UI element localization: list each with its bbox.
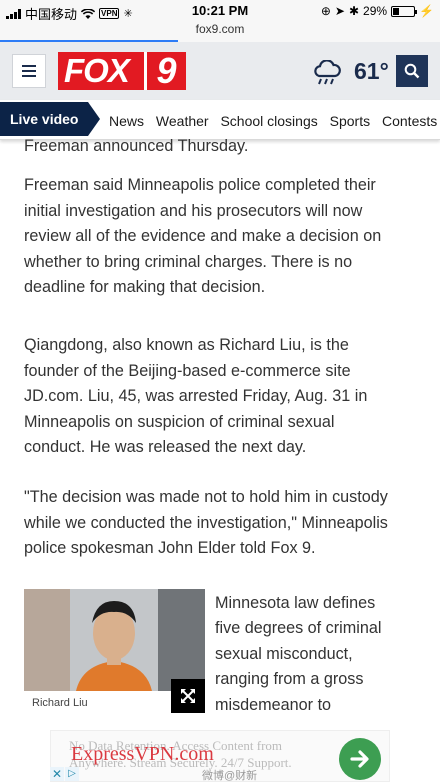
battery-percent: 29% [363,4,388,18]
battery-level [393,7,400,15]
article-paragraph: Minnesota law defines five degrees of cr… [215,594,382,714]
ad-brand[interactable]: ExpressVPN.com [71,743,214,766]
fox9-logo[interactable]: FOX 9 [58,52,186,90]
rain-cloud-icon[interactable] [312,60,342,86]
nav-item-school-closings[interactable]: School closings [220,113,317,129]
article-paragraph: Qiangdong, also known as Richard Liu, is… [24,336,368,457]
article-paragraph: Freeman announced Thursday. [24,137,249,155]
nav-item-contests[interactable]: Contests [382,113,437,129]
nav-item-sports[interactable]: Sports [330,113,370,129]
bluetooth-icon: ✱ [348,4,360,18]
nav-items: News Weather School closings Sports Cont… [109,113,440,129]
address-bar[interactable]: fox9.com [0,20,440,42]
status-bar: 中国移动 VPN ✳ 10:21 PM ⊕ ➤ ✱ 29% ⚡ [0,0,440,22]
article-photo[interactable]: Richard Liu [24,589,205,713]
hamburger-icon-bar [22,75,36,77]
ad-close-icon[interactable]: ✕ [50,767,64,781]
expand-photo-button[interactable] [171,679,205,713]
location-icon: ➤ [334,4,345,18]
nav-item-weather[interactable]: Weather [156,113,209,129]
article-paragraph: Freeman said Minneapolis police complete… [24,176,382,297]
ad-choices-icon[interactable]: ▷ [65,767,79,781]
arrow-right-icon [350,750,369,768]
expand-icon [181,689,195,703]
hamburger-icon-bar [22,70,36,72]
battery-icon [391,5,418,17]
photo-caption: Richard Liu [32,697,88,709]
charging-icon: ⚡ [419,4,434,18]
article-body: Freeman announced Thursday. Freeman said… [24,134,394,587]
orientation-lock-icon: ⊕ [320,4,331,18]
status-right: ⊕ ➤ ✱ 29% ⚡ [321,4,434,18]
watermark: 微博@财新 [202,770,258,782]
search-button[interactable] [396,55,428,87]
mugshot-illustration [24,589,205,691]
mugshot-image[interactable] [24,589,205,691]
hamburger-icon [22,65,36,67]
live-video-button[interactable]: Live video [0,102,100,136]
logo-text: FOX [64,52,130,89]
article-paragraph: "The decision was made not to hold him i… [24,488,388,558]
nav-item-news[interactable]: News [109,113,144,129]
site-header: FOX 9 61° [0,42,440,100]
logo-number: 9 [144,52,186,90]
search-icon [404,63,420,79]
ad-cta-button[interactable] [339,738,381,780]
menu-button[interactable] [12,54,46,88]
temperature[interactable]: 61° [354,58,389,85]
